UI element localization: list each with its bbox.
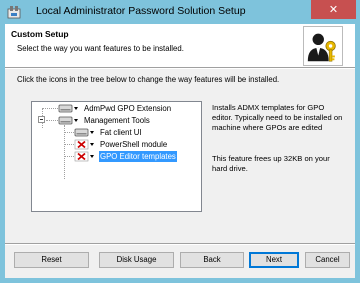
red-x-icon[interactable] <box>74 139 96 150</box>
header-divider <box>5 68 355 69</box>
title-bar[interactable]: Local Administrator Password Solution Se… <box>0 0 360 24</box>
tree-connector <box>46 120 58 121</box>
page-subtitle: Select the way you want features to be i… <box>17 44 184 53</box>
close-icon[interactable]: ✕ <box>311 0 356 19</box>
red-x-icon[interactable] <box>74 151 96 162</box>
instructions-text: Click the icons in the tree below to cha… <box>17 75 280 84</box>
reset-button[interactable]: Reset <box>14 252 89 268</box>
drive-icon[interactable] <box>58 115 80 126</box>
tree-connector <box>64 132 74 133</box>
drive-icon[interactable] <box>74 127 96 138</box>
footer-divider-highlight <box>5 244 355 245</box>
tree-item-label: AdmPwd GPO Extension <box>84 104 172 113</box>
page-title: Custom Setup <box>11 29 69 39</box>
disk-usage-button[interactable]: Disk Usage <box>99 252 174 268</box>
installer-window: Local Administrator Password Solution Se… <box>0 0 360 283</box>
tree-connector <box>64 144 74 145</box>
tree-item-label: Management Tools <box>84 116 150 125</box>
window-title: Local Administrator Password Solution Se… <box>36 5 246 17</box>
tree-item-label: PowerShell module <box>100 140 168 149</box>
header-panel: Custom Setup Select the way you want fea… <box>5 24 355 68</box>
tree-connector <box>64 156 74 157</box>
tree-connector <box>42 108 58 109</box>
next-button[interactable]: Next <box>249 252 299 268</box>
collapse-toggle[interactable] <box>38 116 45 123</box>
drive-icon[interactable] <box>58 103 80 114</box>
feature-size-text: This feature frees up 32KB on your hard … <box>212 154 330 173</box>
feature-description-panel: Installs ADMX templates for GPO editor. … <box>210 101 349 212</box>
tree-connector <box>64 125 65 179</box>
feature-description: Installs ADMX templates for GPO editor. … <box>212 103 343 132</box>
back-button[interactable]: Back <box>180 252 244 268</box>
admin-key-banner-icon <box>303 26 343 66</box>
feature-tree[interactable]: AdmPwd GPO Extension Management Tools Fa… <box>31 101 202 212</box>
installer-app-icon <box>7 6 21 19</box>
client-area: Custom Setup Select the way you want fea… <box>5 24 355 278</box>
tree-item-label: GPO Editor templates <box>99 151 177 162</box>
tree-item-label: Fat client UI <box>100 128 142 137</box>
cancel-button[interactable]: Cancel <box>305 252 350 268</box>
